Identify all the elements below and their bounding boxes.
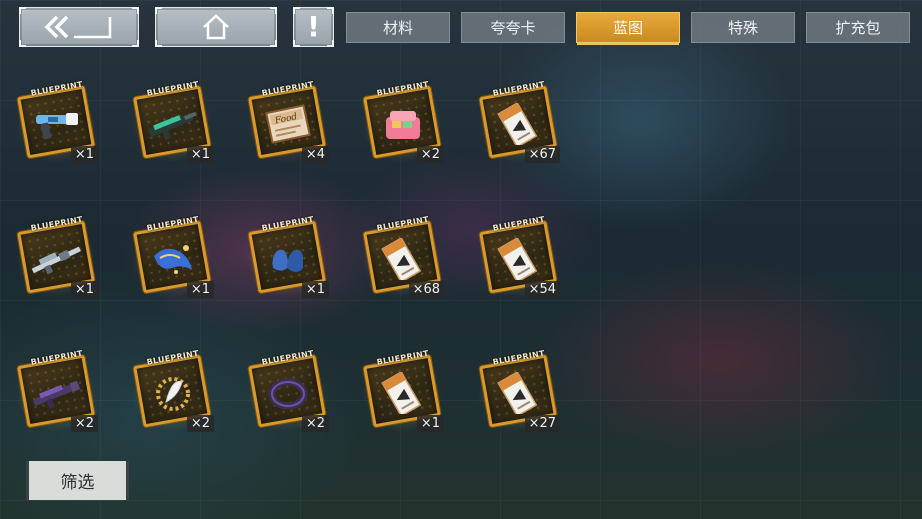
blue-gloves-icon: [261, 238, 315, 280]
tab-label: 蓝图: [612, 19, 643, 37]
blueprint-item[interactable]: BLUEPRINT ×2: [243, 349, 333, 434]
item-count: ×2: [301, 415, 329, 432]
tab-materials[interactable]: 材料: [346, 12, 450, 43]
back-button[interactable]: [19, 7, 139, 47]
blueprint-item[interactable]: BLUEPRINT ×68: [358, 215, 448, 300]
purple-ring-icon: [261, 372, 315, 414]
ticket-icon: [492, 238, 546, 280]
blueprint-item[interactable]: BLUEPRINT ×27: [474, 349, 564, 434]
feather-badge-icon: [146, 372, 200, 414]
tab-special[interactable]: 特殊: [691, 12, 795, 43]
item-count: ×1: [186, 281, 214, 298]
exclamation-icon: !: [307, 10, 320, 43]
blueprint-item[interactable]: BLUEPRINT ×2: [128, 349, 218, 434]
item-count: ×68: [408, 281, 444, 298]
pink-lunchbox-icon: [376, 103, 430, 145]
tab-praise-cards[interactable]: 夸夸卡: [461, 12, 565, 43]
item-count: ×2: [186, 415, 214, 432]
home-button[interactable]: [155, 7, 277, 47]
item-count: ×1: [186, 146, 214, 163]
item-count: ×1: [70, 281, 98, 298]
tab-label: 特殊: [727, 19, 758, 37]
filter-button[interactable]: 筛选: [26, 461, 129, 500]
info-button[interactable]: !: [293, 7, 334, 47]
item-count: ×67: [524, 146, 560, 163]
blueprint-item[interactable]: BLUEPRINT ×1: [243, 215, 333, 300]
blueprint-item[interactable]: BLUEPRINT ×1: [128, 215, 218, 300]
blueprint-item[interactable]: BLUEPRINT ×1: [358, 349, 448, 434]
purple-rifle-icon: [30, 372, 84, 414]
ticket-icon: [376, 372, 430, 414]
item-count: ×2: [416, 146, 444, 163]
tab-label: 扩充包: [835, 19, 881, 37]
ticket-icon: [376, 238, 430, 280]
item-count: ×27: [524, 415, 560, 432]
tab-label: 夸夸卡: [490, 19, 536, 37]
green-rifle-icon: [146, 103, 200, 145]
blueprint-item[interactable]: BLUEPRINT ×67: [474, 80, 564, 165]
ticket-icon: [492, 103, 546, 145]
blueprint-item[interactable]: BLUEPRINT ×54: [474, 215, 564, 300]
tab-label: 材料: [382, 19, 413, 37]
blaster-pistol-icon: [30, 103, 84, 145]
filter-label: 筛选: [60, 473, 95, 493]
blueprint-item[interactable]: BLUEPRINT Food ×4: [243, 80, 333, 165]
home-icon: [203, 14, 229, 40]
tab-expansion-packs[interactable]: 扩充包: [806, 12, 910, 43]
item-count: ×2: [70, 415, 98, 432]
blue-scarf-icon: [146, 238, 200, 280]
item-count: ×1: [70, 146, 98, 163]
item-count: ×1: [416, 415, 444, 432]
blueprint-item[interactable]: BLUEPRINT ×1: [12, 80, 102, 165]
item-count: ×1: [301, 281, 329, 298]
blueprint-item[interactable]: BLUEPRINT ×2: [12, 349, 102, 434]
tab-blueprints[interactable]: 蓝图: [576, 12, 680, 45]
blueprint-item[interactable]: BLUEPRINT ×1: [128, 80, 218, 165]
food-book-icon: Food: [261, 103, 315, 145]
ticket-icon: [492, 372, 546, 414]
sniper-rifle-icon: [30, 238, 84, 280]
blueprint-item[interactable]: BLUEPRINT ×1: [12, 215, 102, 300]
double-chevron-left-icon: [44, 15, 112, 39]
blueprint-item[interactable]: BLUEPRINT ×2: [358, 80, 448, 165]
item-count: ×54: [524, 281, 560, 298]
item-count: ×4: [301, 146, 329, 163]
